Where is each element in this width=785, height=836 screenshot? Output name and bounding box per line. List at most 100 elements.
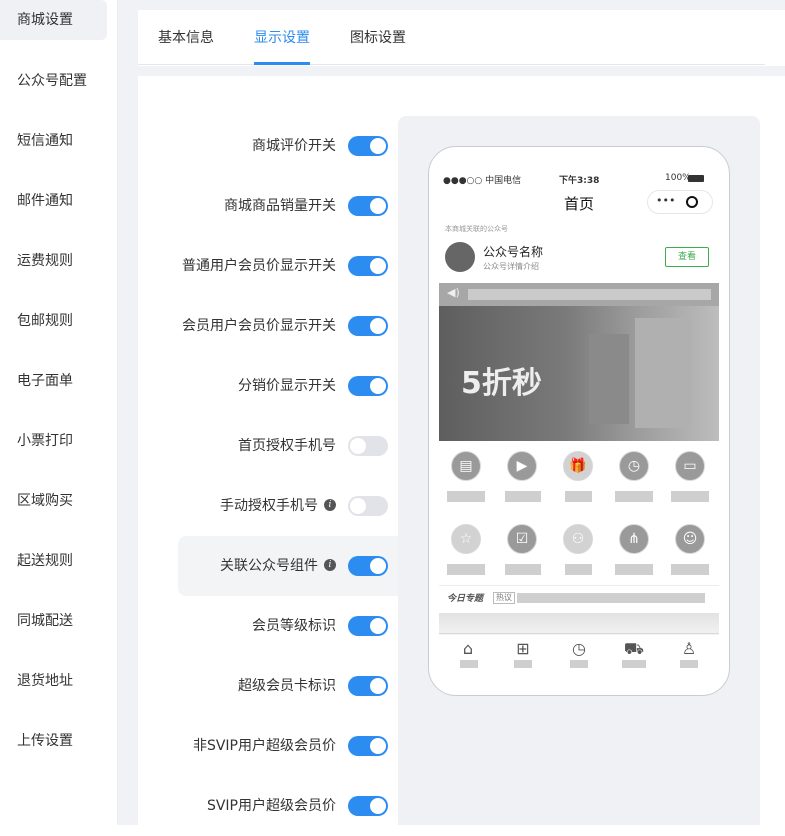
- official-account-hint: 本商城关联的公众号: [445, 225, 508, 233]
- sidebar-item-email[interactable]: 邮件通知: [0, 181, 107, 221]
- sidebar-item-label: 区域购买: [17, 493, 73, 509]
- setting-label-text: 关联公众号组件: [220, 558, 318, 574]
- review-toggle[interactable]: [348, 136, 388, 156]
- sales-volume-toggle[interactable]: [348, 196, 388, 216]
- icon-label-placeholder: [505, 491, 541, 502]
- user-icon[interactable]: ♙: [669, 639, 709, 658]
- official-account-name: 公众号名称: [483, 245, 544, 259]
- grid-icon[interactable]: ⊞: [503, 639, 543, 658]
- status-time: 下午3:38: [559, 176, 600, 186]
- sidebar-item-e-waybill[interactable]: 电子面单: [0, 361, 107, 401]
- setting-label: 商城商品销量开关: [224, 198, 336, 214]
- preview-panel: ●●●○○ 中国电信 下午3:38 100% 首页 ••• 本商城关联的公众号 …: [398, 116, 760, 825]
- info-icon[interactable]: i: [324, 559, 336, 571]
- notice-text-placeholder: [468, 289, 711, 300]
- setting-row: 手动授权手机号 i: [138, 476, 398, 536]
- clock-icon[interactable]: ◷: [619, 451, 649, 481]
- star-icon[interactable]: ☆: [451, 524, 481, 554]
- sidebar-item-label: 电子面单: [17, 373, 73, 389]
- distribution-price-toggle[interactable]: [348, 376, 388, 396]
- setting-label: 会员用户会员价显示开关: [182, 318, 336, 334]
- banner-image[interactable]: 5折秒: [439, 306, 719, 441]
- sidebar-item-shipping-rules[interactable]: 运费规则: [0, 241, 107, 281]
- toggle-knob: [370, 378, 386, 394]
- setting-label: 首页授权手机号: [238, 438, 336, 454]
- home-auth-phone-toggle[interactable]: [348, 436, 388, 456]
- tab-label-placeholder: [570, 660, 588, 668]
- icon-label-placeholder: [671, 564, 709, 575]
- banner-text: 5折秒: [461, 366, 542, 401]
- setting-label: 分销价显示开关: [238, 378, 336, 394]
- carrier-label: ●●●○○ 中国电信: [443, 176, 522, 186]
- setting-row: 非SVIP用户超级会员价: [138, 716, 398, 776]
- alarm-icon[interactable]: ◷: [559, 639, 599, 658]
- checkbox-icon[interactable]: ☑: [507, 524, 537, 554]
- setting-row: 商城评价开关: [138, 116, 398, 176]
- video-icon[interactable]: ▶: [507, 451, 537, 481]
- hot-tag: 热议: [493, 592, 515, 604]
- network-icon[interactable]: ⋔: [619, 524, 649, 554]
- topic-text-placeholder: [517, 593, 705, 603]
- normal-member-price-toggle[interactable]: [348, 256, 388, 276]
- toggle-knob: [370, 618, 386, 634]
- setting-label: SVIP用户超级会员价: [206, 798, 336, 814]
- member-price-toggle[interactable]: [348, 316, 388, 336]
- setting-label: 关联公众号组件 i: [220, 536, 336, 596]
- sidebar-item-label: 退货地址: [17, 673, 73, 689]
- group-icon[interactable]: ⚇: [563, 524, 593, 554]
- info-icon[interactable]: i: [324, 499, 336, 511]
- sidebar-item-label: 小票打印: [17, 433, 73, 449]
- sidebar-item-mall-settings[interactable]: 商城设置: [0, 0, 107, 40]
- manual-auth-phone-toggle[interactable]: [348, 496, 388, 516]
- sidebar-item-label: 邮件通知: [17, 193, 73, 209]
- official-account-avatar: [445, 242, 475, 272]
- icon-label-placeholder: [671, 491, 709, 502]
- sidebar-item-return-address[interactable]: 退货地址: [0, 661, 107, 701]
- official-account-component-toggle[interactable]: [348, 556, 388, 576]
- sidebar-item-local-delivery[interactable]: 同城配送: [0, 601, 107, 641]
- tab-basic-info[interactable]: 基本信息: [158, 10, 214, 66]
- sidebar-item-upload-settings[interactable]: 上传设置: [0, 721, 107, 761]
- member-level-badge-toggle[interactable]: [348, 616, 388, 636]
- toggle-knob: [350, 438, 366, 454]
- active-tab-indicator: [254, 62, 310, 65]
- battery-label: 100%: [665, 173, 691, 183]
- sidebar-item-free-shipping[interactable]: 包邮规则: [0, 301, 107, 341]
- user-card-icon[interactable]: ☺: [675, 524, 705, 554]
- setting-label: 手动授权手机号 i: [220, 476, 336, 536]
- document-icon[interactable]: ▭: [675, 451, 705, 481]
- toggle-knob: [370, 138, 386, 154]
- speaker-icon: ◀): [447, 286, 460, 299]
- sidebar: 商城设置 公众号配置 短信通知 邮件通知 运费规则 包邮规则 电子面单 小票打印…: [0, 0, 118, 825]
- icon-label-placeholder: [447, 491, 485, 502]
- phone-preview: ●●●○○ 中国电信 下午3:38 100% 首页 ••• 本商城关联的公众号 …: [428, 146, 730, 696]
- view-official-account-button[interactable]: 查看: [665, 247, 709, 267]
- icon-label-placeholder: [447, 564, 485, 575]
- banner-product-shape: [635, 318, 691, 428]
- sidebar-item-label: 起送规则: [17, 553, 73, 569]
- non-svip-price-toggle[interactable]: [348, 736, 388, 756]
- tabbar-divider: [439, 633, 719, 634]
- setting-row: SVIP用户超级会员价: [138, 776, 398, 836]
- home-icon[interactable]: ⌂: [448, 639, 488, 658]
- sidebar-item-official-account[interactable]: 公众号配置: [0, 61, 107, 101]
- setting-row: 超级会员卡标识: [138, 656, 398, 716]
- svip-price-toggle[interactable]: [348, 796, 388, 816]
- sidebar-item-sms[interactable]: 短信通知: [0, 121, 107, 161]
- cart-icon[interactable]: ⛟: [614, 639, 654, 660]
- toggle-knob: [370, 738, 386, 754]
- sidebar-item-region-purchase[interactable]: 区域购买: [0, 481, 107, 521]
- category-icon[interactable]: ▤: [451, 451, 481, 481]
- sidebar-item-label: 商城设置: [17, 12, 73, 28]
- sidebar-item-min-order[interactable]: 起送规则: [0, 541, 107, 581]
- icon-label-placeholder: [565, 491, 592, 502]
- tab-icon-settings[interactable]: 图标设置: [350, 10, 406, 66]
- toggle-knob: [370, 798, 386, 814]
- setting-row-highlighted: 关联公众号组件 i: [178, 536, 398, 596]
- gift-icon[interactable]: 🎁: [563, 451, 593, 481]
- sidebar-item-receipt-print[interactable]: 小票打印: [0, 421, 107, 461]
- super-member-card-toggle[interactable]: [348, 676, 388, 696]
- tab-display-settings[interactable]: 显示设置: [254, 10, 310, 66]
- setting-row: 普通用户会员价显示开关: [138, 236, 398, 296]
- tab-bar: 基本信息 显示设置 图标设置: [138, 10, 785, 66]
